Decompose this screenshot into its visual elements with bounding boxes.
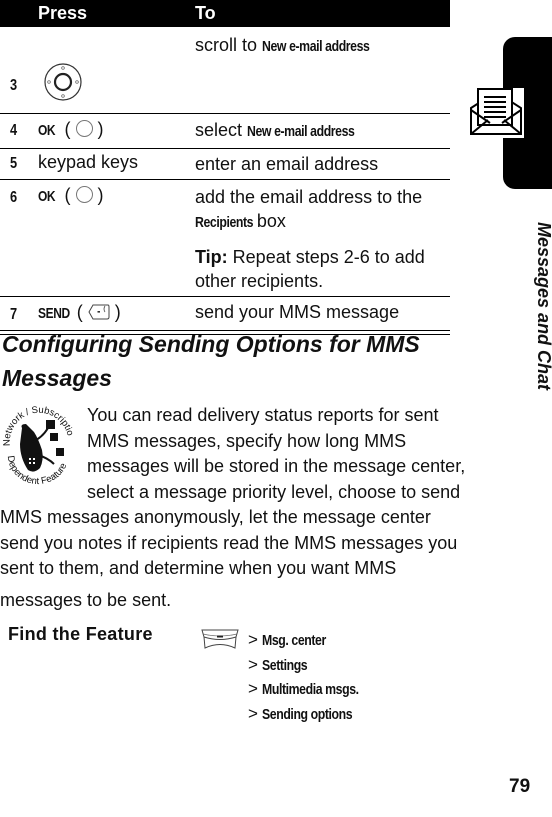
press-text: keypad keys	[38, 152, 139, 172]
instruction-table: Press To 3 scroll to New e-mail address …	[0, 0, 450, 335]
find-feature-label: Find the Feature	[8, 624, 153, 644]
menu-path: > Msg. center > Settings > Multimedia msgs.…	[248, 628, 368, 726]
separator: >	[248, 703, 258, 723]
key-label: OK	[38, 188, 56, 205]
envelope-message-icon	[468, 88, 524, 138]
section-title: Configuring Sending Options for MMS Mess…	[2, 331, 420, 391]
menu-item-label: Settings	[261, 656, 308, 674]
table-row: 5 keypad keys enter an email address	[0, 149, 450, 180]
tip-label: Tip:	[195, 247, 228, 267]
step-number: 4	[10, 122, 18, 139]
tip-text: Repeat steps 2-6 to add other recipients…	[195, 247, 425, 291]
step-number: 5	[10, 155, 18, 172]
header-to: To	[195, 3, 216, 23]
separator: >	[248, 630, 258, 649]
paragraph-line: You can read delivery status reports for…	[87, 405, 439, 425]
nav-key-icon	[43, 62, 83, 107]
separator: >	[248, 679, 258, 698]
chapter-title-text: Messages and Chat	[534, 222, 552, 391]
row-text: add the email address to the	[195, 187, 423, 207]
step-number: 3	[10, 77, 18, 94]
menu-keyword: New e-mail address	[262, 38, 370, 55]
menu-key-icon	[200, 627, 240, 651]
menu-item-label: Multimedia msgs.	[261, 681, 359, 698]
menu-keyword: Recipients	[195, 214, 254, 231]
row-text: box	[251, 211, 286, 231]
separator: >	[248, 654, 258, 674]
paragraph-line: send you notes if recipients read the MM…	[0, 532, 458, 553]
paragraph-line: sent to them, and determine when you wan…	[0, 558, 397, 578]
menu-path-item: > Msg. center	[248, 628, 368, 653]
paragraph-line: MMS messages anonymously, let the messag…	[0, 507, 431, 527]
paragraph-line: select a message priority level, choose …	[87, 481, 461, 502]
row-text: enter an email address	[195, 154, 379, 174]
key-label: SEND	[38, 305, 70, 322]
table-header: Press To	[0, 0, 450, 27]
center-select-key-icon	[75, 120, 93, 137]
row-text: scroll to	[195, 35, 263, 55]
table-row: 7 SEND ( ) send your MMS message	[0, 297, 450, 330]
key-label: OK	[38, 122, 56, 139]
menu-path-item: > Multimedia msgs.	[248, 677, 368, 702]
header-press: Press	[38, 3, 88, 23]
menu-item-label: Sending options	[261, 705, 353, 723]
menu-path-item: > Settings	[248, 653, 368, 678]
chapter-title: Messages and Chat	[505, 222, 552, 392]
table-row: 4 OK ( ) select New e-mail address	[0, 114, 450, 149]
menu-item-label: Msg. center	[261, 632, 326, 649]
section-paragraph: You can read delivery status reports for…	[0, 403, 490, 613]
menu-keyword: New e-mail address	[247, 123, 355, 140]
table-row: 3 scroll to New e-mail address	[0, 27, 450, 114]
paragraph-line: messages will be stored in the message c…	[87, 456, 466, 476]
step-number: 7	[10, 306, 18, 323]
paragraph-line: messages to be sent.	[0, 589, 172, 610]
tip: Tip: Repeat steps 2-6 to add other recip…	[195, 245, 450, 293]
paragraph-line: MMS messages, specify how long MMS	[87, 430, 407, 451]
table-row: 6 OK ( ) add the email address to the Re…	[0, 180, 450, 297]
row-text: send your MMS message	[195, 302, 400, 322]
page-number: 79	[509, 776, 531, 797]
menu-path-item: > Sending options	[248, 702, 368, 727]
send-key-icon	[88, 303, 110, 326]
step-number: 6	[10, 189, 18, 206]
row-text: select	[195, 120, 248, 140]
center-select-key-icon	[75, 186, 93, 203]
